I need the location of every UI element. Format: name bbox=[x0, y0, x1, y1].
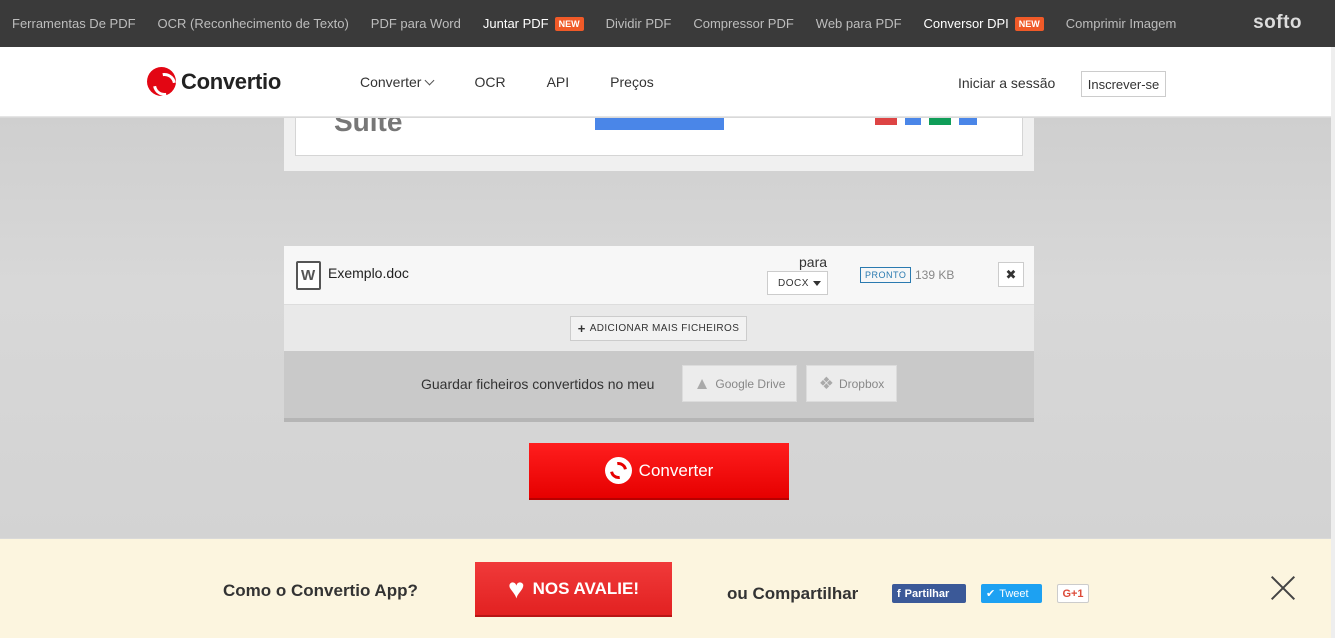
add-more-files-button[interactable]: + ADICIONAR MAIS FICHEIROS bbox=[570, 316, 747, 341]
topbar-item-label: Conversor DPI bbox=[923, 16, 1009, 31]
topbar-item-label: Ferramentas De PDF bbox=[12, 16, 136, 31]
topbar-item-7[interactable]: Conversor DPI NEW bbox=[924, 16, 1044, 31]
topbar-item-6[interactable]: Web para PDF bbox=[816, 16, 902, 31]
nav-converter[interactable]: Converter bbox=[360, 74, 435, 90]
topbar-item-8[interactable]: Comprimir Imagem bbox=[1066, 16, 1177, 31]
topbar-item-label: OCR (Reconhecimento de Texto) bbox=[157, 16, 349, 31]
login-link[interactable]: Iniciar a sessão bbox=[958, 75, 1055, 91]
main-nav: Converter OCR API Preços bbox=[360, 74, 695, 90]
save-label: Guardar ficheiros convertidos no meu bbox=[421, 376, 655, 392]
to-label: para bbox=[799, 254, 828, 270]
logo-text: Convertio bbox=[181, 68, 281, 94]
facebook-share-button[interactable]: f Partilhar bbox=[892, 584, 966, 603]
topbar-item-4[interactable]: Dividir PDF bbox=[606, 16, 672, 31]
docs-icon bbox=[905, 118, 921, 125]
ad-banner[interactable]: Suite bbox=[295, 118, 1023, 156]
ad-text: Suite bbox=[334, 118, 403, 137]
share-label: ou Compartilhar bbox=[727, 584, 859, 603]
dropbox-button[interactable]: ❖ Dropbox bbox=[806, 365, 897, 402]
gmail-icon bbox=[875, 118, 897, 125]
rating-question: Como o Convertio App? bbox=[223, 581, 418, 600]
word-document-icon: W bbox=[296, 261, 321, 290]
new-badge: NEW bbox=[1014, 16, 1044, 31]
topbar-item-3[interactable]: Juntar PDF NEW bbox=[483, 16, 584, 31]
top-tools-bar: Ferramentas De PDF OCR (Reconhecimento de… bbox=[0, 0, 1335, 47]
calendar-icon bbox=[959, 118, 977, 125]
remove-file-button[interactable]: ✖ bbox=[998, 262, 1024, 287]
convertio-logo[interactable]: Convertio bbox=[147, 67, 281, 96]
file-row: W Exemplo.doc para DOCX PRONTO 139 KB ✖ bbox=[284, 246, 1034, 305]
twitter-icon: ✔ bbox=[986, 588, 996, 600]
google-drive-icon: ▲ bbox=[693, 373, 711, 393]
file-name: Exemplo.doc bbox=[328, 265, 409, 281]
scrollbar[interactable] bbox=[1331, 47, 1335, 638]
status-badge: PRONTO bbox=[860, 267, 912, 283]
file-size: 139 KB bbox=[915, 268, 955, 282]
ad-app-icons bbox=[875, 118, 985, 125]
gplus-button[interactable]: G+1 bbox=[1057, 584, 1089, 603]
signup-button[interactable]: Inscrever-se bbox=[1081, 71, 1166, 97]
close-icon: ✖ bbox=[1005, 266, 1017, 282]
nav-precos[interactable]: Preços bbox=[610, 74, 654, 90]
topbar-item-label: Comprimir Imagem bbox=[1065, 16, 1177, 31]
topbar-item-label: Compressor PDF bbox=[693, 16, 794, 31]
rating-bar: Como o Convertio App? ♥ NOS AVALIE! ou C… bbox=[0, 539, 1331, 638]
close-rating-button[interactable] bbox=[1270, 575, 1296, 601]
add-more-row: + ADICIONAR MAIS FICHEIROS bbox=[284, 305, 1034, 351]
main-header: Convertio Converter OCR API Preços Inici… bbox=[0, 47, 1335, 117]
topbar-item-label: PDF para Word bbox=[370, 16, 461, 31]
convert-button[interactable]: Converter bbox=[529, 443, 789, 500]
dropbox-icon: ❖ bbox=[818, 373, 834, 393]
google-drive-button[interactable]: ▲ Google Drive bbox=[682, 365, 797, 402]
new-badge: NEW bbox=[554, 16, 584, 31]
topbar-item-0[interactable]: Ferramentas De PDF bbox=[12, 16, 136, 31]
convertio-logo-icon bbox=[147, 67, 176, 96]
drive-icon bbox=[929, 118, 951, 125]
convert-icon bbox=[604, 457, 632, 484]
output-format-select[interactable]: DOCX bbox=[767, 271, 828, 295]
topbar-item-label: Juntar PDF bbox=[482, 16, 549, 31]
facebook-icon: f bbox=[897, 587, 901, 600]
topbar-item-label: Dividir PDF bbox=[605, 16, 672, 31]
caret-down-icon bbox=[813, 281, 821, 286]
topbar-item-1[interactable]: OCR (Reconhecimento de Texto) bbox=[158, 16, 349, 31]
heart-icon: ♥ bbox=[507, 572, 525, 604]
topbar-item-label: Web para PDF bbox=[815, 16, 902, 31]
softo-logo[interactable]: softo bbox=[1253, 12, 1302, 34]
chevron-down-icon bbox=[425, 75, 435, 85]
twitter-tweet-button[interactable]: ✔ Tweet bbox=[981, 584, 1042, 603]
topbar-item-2[interactable]: PDF para Word bbox=[371, 16, 461, 31]
ad-button[interactable] bbox=[595, 118, 724, 130]
topbar-item-5[interactable]: Compressor PDF bbox=[693, 16, 793, 31]
nav-api[interactable]: API bbox=[547, 74, 570, 90]
rate-us-button[interactable]: ♥ NOS AVALIE! bbox=[475, 562, 672, 617]
save-to-cloud-row: Guardar ficheiros convertidos no meu ▲ G… bbox=[284, 351, 1034, 422]
plus-icon: + bbox=[577, 321, 586, 336]
nav-ocr[interactable]: OCR bbox=[474, 74, 505, 90]
